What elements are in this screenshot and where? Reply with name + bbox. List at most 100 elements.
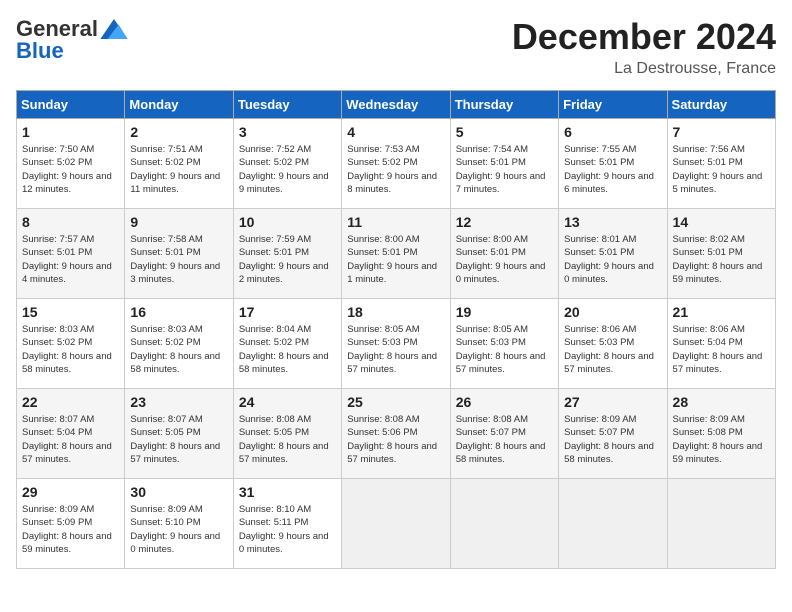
calendar-cell: 19 Sunrise: 8:05 AMSunset: 5:03 PMDayligh… bbox=[450, 299, 558, 389]
weekday-header-row: Sunday Monday Tuesday Wednesday Thursday… bbox=[17, 91, 776, 119]
day-info: Sunrise: 7:53 AMSunset: 5:02 PMDaylight:… bbox=[347, 143, 444, 196]
calendar-table: Sunday Monday Tuesday Wednesday Thursday… bbox=[16, 90, 776, 569]
day-info: Sunrise: 8:09 AMSunset: 5:08 PMDaylight:… bbox=[673, 413, 770, 466]
calendar-cell: 17 Sunrise: 8:04 AMSunset: 5:02 PMDayligh… bbox=[233, 299, 341, 389]
day-info: Sunrise: 8:09 AMSunset: 5:10 PMDaylight:… bbox=[130, 503, 227, 556]
day-info: Sunrise: 8:08 AMSunset: 5:07 PMDaylight:… bbox=[456, 413, 553, 466]
calendar-cell: 9Sunrise: 7:58 AMSunset: 5:01 PMDaylight… bbox=[125, 209, 233, 299]
header-sunday: Sunday bbox=[17, 91, 125, 119]
day-number: 5 bbox=[456, 124, 553, 140]
header-wednesday: Wednesday bbox=[342, 91, 450, 119]
day-info: Sunrise: 7:58 AMSunset: 5:01 PMDaylight:… bbox=[130, 233, 227, 286]
calendar-cell: 27Sunrise: 8:09 AMSunset: 5:07 PMDayligh… bbox=[559, 389, 667, 479]
title-area: December 2024 La Destrousse, France bbox=[512, 16, 776, 78]
calendar-cell-empty bbox=[342, 479, 450, 569]
calendar-cell: 2 Sunrise: 7:51 AMSunset: 5:02 PMDaylight… bbox=[125, 119, 233, 209]
calendar-cell: 16Sunrise: 8:03 AMSunset: 5:02 PMDayligh… bbox=[125, 299, 233, 389]
calendar-cell: 20 Sunrise: 8:06 AMSunset: 5:03 PMDayligh… bbox=[559, 299, 667, 389]
header-monday: Monday bbox=[125, 91, 233, 119]
calendar-cell: 31 Sunrise: 8:10 AMSunset: 5:11 PMDayligh… bbox=[233, 479, 341, 569]
day-number: 20 bbox=[564, 304, 661, 320]
calendar-cell: 7 Sunrise: 7:56 AMSunset: 5:01 PMDaylight… bbox=[667, 119, 775, 209]
calendar-cell: 10 Sunrise: 7:59 AMSunset: 5:01 PMDayligh… bbox=[233, 209, 341, 299]
location-title: La Destrousse, France bbox=[512, 60, 776, 78]
day-number: 31 bbox=[239, 484, 336, 500]
day-number: 17 bbox=[239, 304, 336, 320]
header-tuesday: Tuesday bbox=[233, 91, 341, 119]
day-number: 21 bbox=[673, 304, 770, 320]
header-friday: Friday bbox=[559, 91, 667, 119]
day-number: 23 bbox=[130, 394, 227, 410]
day-info: Sunrise: 7:59 AMSunset: 5:01 PMDaylight:… bbox=[239, 233, 336, 286]
day-info: Sunrise: 8:08 AMSunset: 5:05 PMDaylight:… bbox=[239, 413, 336, 466]
day-info: Sunrise: 8:02 AMSunset: 5:01 PMDaylight:… bbox=[673, 233, 770, 286]
calendar-cell-empty bbox=[450, 479, 558, 569]
day-info: Sunrise: 8:03 AMSunset: 5:02 PMDaylight:… bbox=[130, 323, 227, 376]
calendar-cell: 6 Sunrise: 7:55 AMSunset: 5:01 PMDaylight… bbox=[559, 119, 667, 209]
day-info: Sunrise: 8:05 AMSunset: 5:03 PMDaylight:… bbox=[456, 323, 553, 376]
calendar-week-row: 29 Sunrise: 8:09 AMSunset: 5:09 PMDayligh… bbox=[17, 479, 776, 569]
calendar-cell: 4 Sunrise: 7:53 AMSunset: 5:02 PMDaylight… bbox=[342, 119, 450, 209]
day-info: Sunrise: 8:07 AMSunset: 5:04 PMDaylight:… bbox=[22, 413, 119, 466]
day-number: 2 bbox=[130, 124, 227, 140]
calendar-cell: 21 Sunrise: 8:06 AMSunset: 5:04 PMDayligh… bbox=[667, 299, 775, 389]
calendar-week-row: 15Sunrise: 8:03 AMSunset: 5:02 PMDayligh… bbox=[17, 299, 776, 389]
page-header: General Blue December 2024 La Destrousse… bbox=[16, 16, 776, 78]
day-number: 26 bbox=[456, 394, 553, 410]
calendar-cell: 13 Sunrise: 8:01 AMSunset: 5:01 PMDayligh… bbox=[559, 209, 667, 299]
day-number: 1 bbox=[22, 124, 119, 140]
day-number: 24 bbox=[239, 394, 336, 410]
day-number: 28 bbox=[673, 394, 770, 410]
calendar-cell: 12Sunrise: 8:00 AMSunset: 5:01 PMDayligh… bbox=[450, 209, 558, 299]
month-title: December 2024 bbox=[512, 16, 776, 58]
day-info: Sunrise: 7:55 AMSunset: 5:01 PMDaylight:… bbox=[564, 143, 661, 196]
calendar-cell: 18Sunrise: 8:05 AMSunset: 5:03 PMDayligh… bbox=[342, 299, 450, 389]
logo-icon bbox=[100, 19, 128, 39]
calendar-week-row: 22 Sunrise: 8:07 AMSunset: 5:04 PMDayligh… bbox=[17, 389, 776, 479]
day-info: Sunrise: 8:09 AMSunset: 5:07 PMDaylight:… bbox=[564, 413, 661, 466]
day-number: 25 bbox=[347, 394, 444, 410]
day-number: 10 bbox=[239, 214, 336, 230]
calendar-cell: 26 Sunrise: 8:08 AMSunset: 5:07 PMDayligh… bbox=[450, 389, 558, 479]
header-thursday: Thursday bbox=[450, 91, 558, 119]
day-info: Sunrise: 8:04 AMSunset: 5:02 PMDaylight:… bbox=[239, 323, 336, 376]
day-number: 11 bbox=[347, 214, 444, 230]
day-info: Sunrise: 8:06 AMSunset: 5:03 PMDaylight:… bbox=[564, 323, 661, 376]
day-info: Sunrise: 8:00 AMSunset: 5:01 PMDaylight:… bbox=[456, 233, 553, 286]
day-number: 7 bbox=[673, 124, 770, 140]
day-number: 3 bbox=[239, 124, 336, 140]
day-info: Sunrise: 8:00 AMSunset: 5:01 PMDaylight:… bbox=[347, 233, 444, 286]
day-number: 29 bbox=[22, 484, 119, 500]
logo-blue-text: Blue bbox=[16, 38, 64, 64]
calendar-cell: 22 Sunrise: 8:07 AMSunset: 5:04 PMDayligh… bbox=[17, 389, 125, 479]
day-number: 6 bbox=[564, 124, 661, 140]
day-number: 19 bbox=[456, 304, 553, 320]
day-info: Sunrise: 8:03 AMSunset: 5:02 PMDaylight:… bbox=[22, 323, 119, 376]
calendar-cell: 14Sunrise: 8:02 AMSunset: 5:01 PMDayligh… bbox=[667, 209, 775, 299]
day-info: Sunrise: 8:06 AMSunset: 5:04 PMDaylight:… bbox=[673, 323, 770, 376]
calendar-cell: 8Sunrise: 7:57 AMSunset: 5:01 PMDaylight… bbox=[17, 209, 125, 299]
day-number: 4 bbox=[347, 124, 444, 140]
calendar-cell: 15Sunrise: 8:03 AMSunset: 5:02 PMDayligh… bbox=[17, 299, 125, 389]
day-info: Sunrise: 8:01 AMSunset: 5:01 PMDaylight:… bbox=[564, 233, 661, 286]
day-number: 30 bbox=[130, 484, 227, 500]
calendar-cell: 23 Sunrise: 8:07 AMSunset: 5:05 PMDayligh… bbox=[125, 389, 233, 479]
day-number: 18 bbox=[347, 304, 444, 320]
day-info: Sunrise: 7:51 AMSunset: 5:02 PMDaylight:… bbox=[130, 143, 227, 196]
day-info: Sunrise: 8:07 AMSunset: 5:05 PMDaylight:… bbox=[130, 413, 227, 466]
day-info: Sunrise: 8:10 AMSunset: 5:11 PMDaylight:… bbox=[239, 503, 336, 556]
day-number: 22 bbox=[22, 394, 119, 410]
day-info: Sunrise: 7:56 AMSunset: 5:01 PMDaylight:… bbox=[673, 143, 770, 196]
day-number: 13 bbox=[564, 214, 661, 230]
day-info: Sunrise: 7:54 AMSunset: 5:01 PMDaylight:… bbox=[456, 143, 553, 196]
day-number: 8 bbox=[22, 214, 119, 230]
calendar-cell: 24 Sunrise: 8:08 AMSunset: 5:05 PMDayligh… bbox=[233, 389, 341, 479]
calendar-cell: 3Sunrise: 7:52 AMSunset: 5:02 PMDaylight… bbox=[233, 119, 341, 209]
day-info: Sunrise: 7:50 AMSunset: 5:02 PMDaylight:… bbox=[22, 143, 119, 196]
logo: General Blue bbox=[16, 16, 128, 64]
calendar-cell: 1 Sunrise: 7:50 AMSunset: 5:02 PMDaylight… bbox=[17, 119, 125, 209]
day-info: Sunrise: 8:09 AMSunset: 5:09 PMDaylight:… bbox=[22, 503, 119, 556]
calendar-cell: 25Sunrise: 8:08 AMSunset: 5:06 PMDayligh… bbox=[342, 389, 450, 479]
calendar-cell: 5 Sunrise: 7:54 AMSunset: 5:01 PMDaylight… bbox=[450, 119, 558, 209]
calendar-cell-empty bbox=[667, 479, 775, 569]
